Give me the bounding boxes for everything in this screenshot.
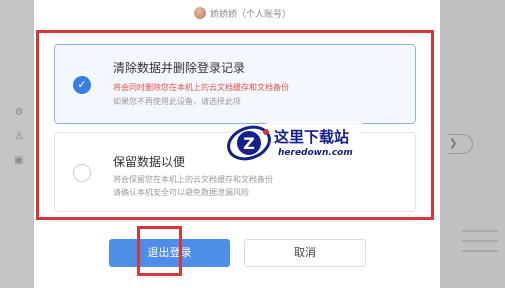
avatar (194, 7, 206, 19)
highlight-frame-logout (137, 226, 182, 276)
settings-icon: ⚙ (14, 107, 24, 118)
option-hint: 请确认本机安全可以避免数据泄漏风险 (113, 188, 249, 197)
watermark-logo-icon: Z (227, 125, 271, 161)
account-name: 娇娇娇（个人账号） (210, 9, 292, 20)
watermark-title: 这里下载站 (274, 128, 350, 146)
background-decoration (462, 230, 498, 266)
cancel-button[interactable]: 取消 (244, 239, 366, 267)
logout-dialog: 娇娇娇（个人账号） ✓ 清除数据并删除登录记录 将会同时删除您在本机上的云文档缓… (34, 0, 440, 288)
background-sidebar: ⚙ ♙ ▣ (0, 0, 34, 288)
option-clear-data[interactable]: ✓ 清除数据并删除登录记录 将会同时删除您在本机上的云文档缓存和文档备份 如果您… (54, 44, 416, 124)
option-title: 清除数据并删除登录记录 (113, 61, 246, 75)
account-info: 娇娇娇（个人账号） (194, 5, 291, 21)
option-description: 将会保留您在本机上的云文档缓存和文档备份 (113, 175, 273, 184)
option-hint: 如果您不再使用此设备，请选择此项 (113, 97, 241, 106)
option-warning: 将会同时删除您在本机上的云文档缓存和文档备份 (113, 83, 289, 92)
option-title: 保留数据以便 (113, 155, 186, 169)
user-icon: ♙ (14, 131, 24, 142)
radio-unchecked-icon[interactable] (73, 164, 91, 182)
svg-text:Z: Z (243, 134, 255, 153)
watermark-url: heredown.com (278, 148, 353, 158)
watermark: Z 这里下载站 heredown.com (226, 118, 362, 170)
background-pill-button: ❯ (447, 134, 473, 154)
radio-checked-icon[interactable]: ✓ (73, 76, 91, 94)
screen-icon: ▣ (14, 155, 24, 166)
